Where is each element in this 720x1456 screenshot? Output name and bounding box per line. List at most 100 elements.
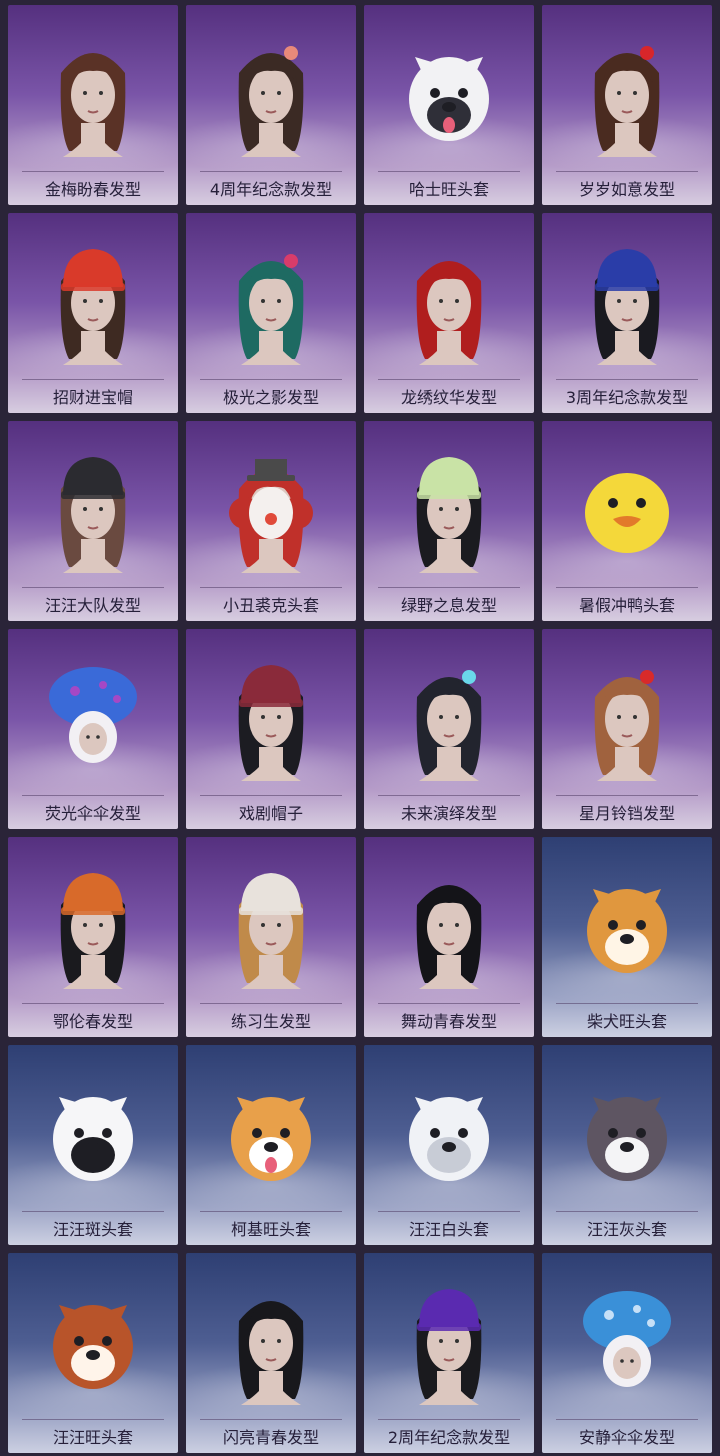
item-name: 汪汪白头套 [408,1220,489,1239]
item-name: 2周年纪念款发型 [387,1428,511,1447]
item-image [60,457,126,573]
label-divider [378,795,520,796]
item-image [49,667,137,763]
item-image [416,670,482,781]
item-image [416,457,482,573]
item-card[interactable]: 汪汪大队发型 [8,421,178,621]
item-card[interactable]: 岁岁如意发型 [542,5,712,205]
label-divider [556,587,698,588]
item-image [238,254,304,365]
item-image [583,1291,671,1387]
item-image [53,1097,133,1181]
label-divider [200,795,342,796]
label-divider [22,379,164,380]
item-image [238,665,304,781]
item-card[interactable]: 汪汪灰头套 [542,1045,712,1245]
label-divider [556,1419,698,1420]
item-card[interactable]: 汪汪斑头套 [8,1045,178,1245]
label-divider [22,587,164,588]
item-card[interactable]: 小丑裘克头套 [186,421,356,621]
item-name: 小丑裘克头套 [222,596,319,615]
item-name: 暑假冲鸭头套 [578,596,675,615]
item-name: 哈士旺头套 [408,180,489,199]
label-divider [378,1211,520,1212]
item-name: 舞动青春发型 [400,1012,497,1031]
item-card[interactable]: 龙绣纹华发型 [364,213,534,413]
item-name: 安静伞伞发型 [578,1428,675,1447]
item-name: 戏剧帽子 [238,804,303,823]
item-card[interactable]: 绿野之息发型 [364,421,534,621]
label-divider [22,795,164,796]
item-name: 荧光伞伞发型 [44,804,141,823]
label-divider [556,379,698,380]
item-name: 汪汪灰头套 [586,1220,667,1239]
item-card[interactable]: 闪亮青春发型 [186,1253,356,1453]
label-divider [378,171,520,172]
item-name: 招财进宝帽 [52,388,133,407]
item-card[interactable]: 未来演绎发型 [364,629,534,829]
item-image [409,1097,489,1181]
item-image [229,459,313,573]
item-image [231,1097,311,1181]
item-card[interactable]: 戏剧帽子 [186,629,356,829]
item-name: 绿野之息发型 [400,596,497,615]
item-grid: 金梅盼春发型 4周年纪念款发型 哈士旺头套 岁岁如意发型招财进宝帽 极光之影发型 龙绣纹华… [0,0,720,1456]
label-divider [556,1003,698,1004]
item-name: 星月铃铛发型 [578,804,675,823]
item-card[interactable]: 安静伞伞发型 [542,1253,712,1453]
item-card[interactable]: 哈士旺头套 [364,5,534,205]
item-image [594,46,660,157]
item-image [238,1301,304,1405]
item-card[interactable]: 鄂伦春发型 [8,837,178,1037]
item-image [238,46,304,157]
item-card[interactable]: 柴犬旺头套 [542,837,712,1037]
item-name: 柴犬旺头套 [586,1012,667,1031]
label-divider [200,1003,342,1004]
item-card[interactable]: 练习生发型 [186,837,356,1037]
item-card[interactable]: 汪汪旺头套 [8,1253,178,1453]
item-image [60,53,126,157]
item-name: 鄂伦春发型 [52,1012,133,1031]
item-name: 闪亮青春发型 [222,1428,319,1447]
item-image [416,885,482,989]
item-name: 柯基旺头套 [230,1220,311,1239]
item-image [587,889,667,973]
label-divider [556,795,698,796]
item-name: 龙绣纹华发型 [400,388,497,407]
item-card[interactable]: 4周年纪念款发型 [186,5,356,205]
label-divider [378,587,520,588]
label-divider [200,1419,342,1420]
label-divider [200,1211,342,1212]
item-card[interactable]: 舞动青春发型 [364,837,534,1037]
item-image [238,873,304,989]
item-card[interactable]: 柯基旺头套 [186,1045,356,1245]
item-image [587,1097,667,1181]
item-card[interactable]: 招财进宝帽 [8,213,178,413]
item-card[interactable]: 2周年纪念款发型 [364,1253,534,1453]
label-divider [378,1419,520,1420]
item-image [409,57,489,141]
item-card[interactable]: 荧光伞伞发型 [8,629,178,829]
label-divider [22,1211,164,1212]
item-card[interactable]: 汪汪白头套 [364,1045,534,1245]
item-card[interactable]: 极光之影发型 [186,213,356,413]
item-name: 金梅盼春发型 [44,180,141,199]
label-divider [22,171,164,172]
label-divider [200,587,342,588]
label-divider [22,1003,164,1004]
item-card[interactable]: 暑假冲鸭头套 [542,421,712,621]
item-image [60,873,126,989]
item-image [585,473,669,553]
item-image [594,670,660,781]
label-divider [556,171,698,172]
item-name: 练习生发型 [230,1012,311,1031]
item-card[interactable]: 金梅盼春发型 [8,5,178,205]
item-name: 4周年纪念款发型 [209,180,333,199]
item-name: 未来演绎发型 [400,804,497,823]
label-divider [22,1419,164,1420]
item-card[interactable]: 3周年纪念款发型 [542,213,712,413]
label-divider [200,171,342,172]
label-divider [378,1003,520,1004]
item-image [60,249,126,365]
item-card[interactable]: 星月铃铛发型 [542,629,712,829]
